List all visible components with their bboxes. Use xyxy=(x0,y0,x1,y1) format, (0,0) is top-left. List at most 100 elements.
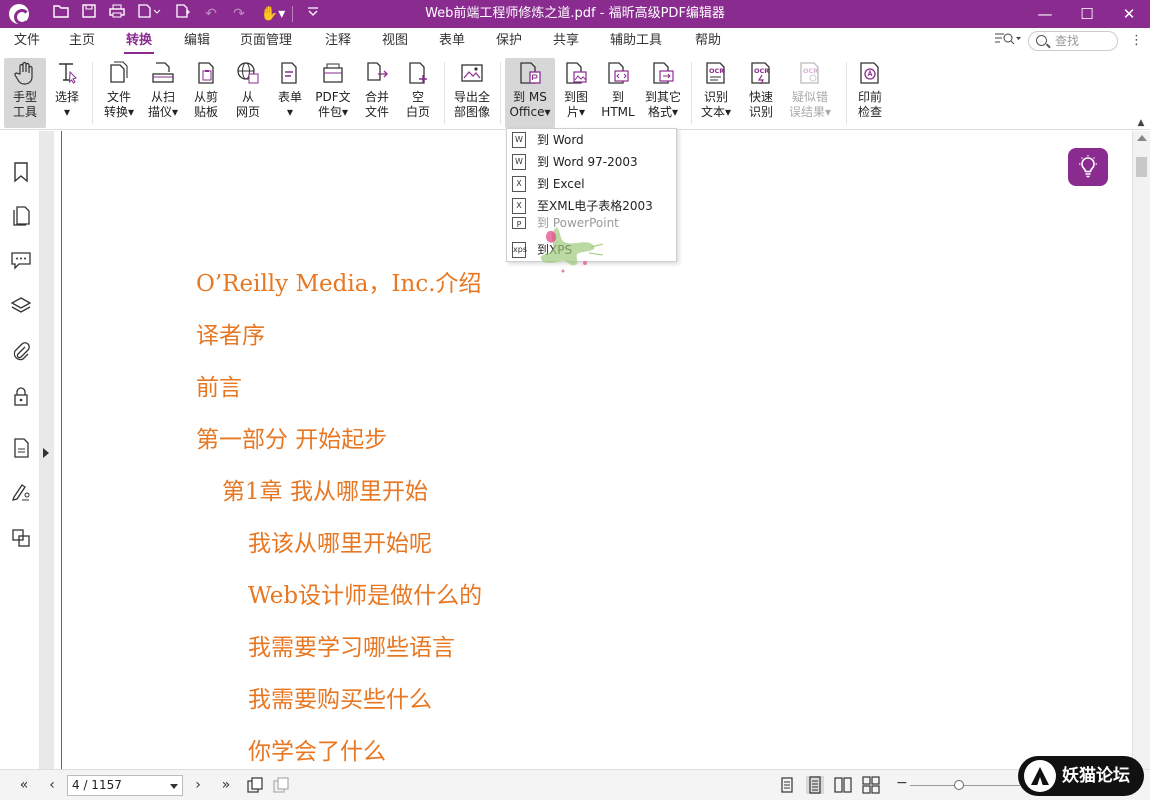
bookmark-icon[interactable] xyxy=(10,161,32,183)
to-xml-spreadsheet-item[interactable]: X 至XML电子表格2003 xyxy=(507,195,676,217)
zoom-slider-track[interactable] xyxy=(910,785,1020,786)
export-all-images-button[interactable]: 导出全 部图像 xyxy=(448,58,496,128)
menu-page-manage[interactable]: 页面管理 xyxy=(240,28,292,54)
next-view-icon[interactable] xyxy=(272,776,290,794)
toc-entry[interactable]: 第一部分 开始起步 xyxy=(196,420,387,454)
collapse-ribbon-icon[interactable]: ▲ xyxy=(1132,118,1150,130)
select-cursor-icon xyxy=(59,63,77,84)
ribbon-separator xyxy=(444,62,445,124)
zoom-slider-knob[interactable] xyxy=(954,780,964,790)
to-image-icon xyxy=(566,62,587,84)
ocr-suspect-results-button[interactable]: OCR 疑似错 误结果▾ xyxy=(784,58,836,128)
facing-view-icon[interactable] xyxy=(834,776,852,794)
scroll-up-icon[interactable] xyxy=(1137,135,1147,141)
to-other-format-button[interactable]: 到其它 格式▾ xyxy=(640,58,686,128)
menu-home[interactable]: 主页 xyxy=(69,28,95,54)
single-page-view-icon[interactable] xyxy=(778,776,796,794)
to-ms-office-button[interactable]: 到 MS Office▾ xyxy=(505,58,555,128)
search-input[interactable]: 查找 xyxy=(1028,31,1118,51)
pages-thumbnail-icon[interactable] xyxy=(10,205,32,227)
menu-bar: 文件 主页 转换 编辑 页面管理 注释 视图 表单 保护 共享 辅助工具 帮助 … xyxy=(0,28,1150,54)
comments-icon[interactable] xyxy=(10,249,32,271)
to-excel-item[interactable]: X 到 Excel xyxy=(507,173,676,195)
powerpoint-doc-icon: P xyxy=(512,217,526,229)
blank-page-button[interactable]: 空 白页 xyxy=(400,58,436,128)
quick-ocr-icon: OCR xyxy=(751,62,770,85)
pdf-package-icon xyxy=(323,63,343,83)
other-format-icon xyxy=(653,62,674,84)
menu-protect[interactable]: 保护 xyxy=(496,28,522,54)
attachment-icon[interactable] xyxy=(10,341,32,363)
hand-icon xyxy=(14,61,33,85)
ribbon-separator xyxy=(846,62,847,124)
toc-entry[interactable]: 前言 xyxy=(196,368,242,402)
menu-form[interactable]: 表单 xyxy=(439,28,465,54)
word-doc-icon: W xyxy=(512,132,526,148)
from-webpage-button[interactable]: 从 网页 xyxy=(228,58,268,128)
file-convert-icon xyxy=(110,61,128,83)
content-panel-icon[interactable] xyxy=(10,437,32,459)
continuous-facing-view-icon[interactable] xyxy=(862,776,880,794)
menu-comment[interactable]: 注释 xyxy=(325,28,351,54)
scanner-icon xyxy=(152,62,174,83)
menu-convert[interactable]: 转换 xyxy=(123,28,155,54)
compare-files-icon[interactable] xyxy=(10,527,32,549)
hand-tool-button[interactable]: 手型 工具 xyxy=(4,58,46,128)
menu-help[interactable]: 帮助 xyxy=(695,28,721,54)
smart-tips-button[interactable] xyxy=(1068,148,1108,186)
more-options-icon[interactable]: ⋮ xyxy=(1130,31,1143,51)
toc-entry[interactable]: 译者序 xyxy=(196,316,265,350)
maximize-button[interactable]: ☐ xyxy=(1064,0,1110,28)
toc-entry[interactable]: 我需要学习哪些语言 xyxy=(248,628,455,662)
select-tool-button[interactable]: 选择 ▾ xyxy=(50,58,84,128)
toc-entry[interactable]: 你学会了什么 xyxy=(248,732,386,766)
menu-accessibility[interactable]: 辅助工具 xyxy=(610,28,662,54)
scroll-thumb[interactable] xyxy=(1136,157,1147,177)
last-page-button[interactable]: » xyxy=(216,776,236,794)
tell-me-icon[interactable] xyxy=(994,31,1022,51)
menu-edit[interactable]: 编辑 xyxy=(184,28,210,54)
file-convert-button[interactable]: 文件 转换▾ xyxy=(98,58,140,128)
menu-view[interactable]: 视图 xyxy=(382,28,408,54)
layers-icon[interactable] xyxy=(10,295,32,317)
to-word-97-2003-item[interactable]: W 到 Word 97-2003 xyxy=(507,151,676,173)
to-word-item[interactable]: W 到 Word xyxy=(507,129,676,151)
minimize-button[interactable]: — xyxy=(1022,0,1068,28)
vertical-scrollbar[interactable] xyxy=(1132,131,1150,769)
form-button[interactable]: 表单 ▾ xyxy=(272,58,308,128)
previous-view-icon[interactable] xyxy=(246,776,264,794)
toc-entry[interactable]: O’Reilly Media，Inc.介绍 xyxy=(196,264,482,298)
expand-panel-icon[interactable] xyxy=(43,448,49,458)
toc-entry[interactable]: 我该从哪里开始呢 xyxy=(248,524,432,558)
zoom-out-button[interactable]: − xyxy=(896,775,908,791)
blank-page-icon xyxy=(409,62,427,84)
merge-files-button[interactable]: 合并 文件 xyxy=(358,58,396,128)
page-number-input[interactable]: 4 / 1157 xyxy=(67,775,183,796)
ribbon-separator xyxy=(691,62,692,124)
first-page-button[interactable]: « xyxy=(14,776,34,794)
preflight-button[interactable]: 印前 检查 xyxy=(852,58,888,128)
quick-ocr-button[interactable]: OCR 快速 识别 xyxy=(742,58,780,128)
ocr-text-button[interactable]: OCR 识别 文本▾ xyxy=(696,58,736,128)
from-scanner-button[interactable]: 从扫 描仪▾ xyxy=(142,58,184,128)
xml-spreadsheet-icon: X xyxy=(512,198,526,214)
toc-entry[interactable]: 第1章 我从哪里开始 xyxy=(222,472,428,506)
next-page-button[interactable]: › xyxy=(188,776,208,794)
to-html-button[interactable]: 到 HTML xyxy=(598,58,638,128)
menu-file[interactable]: 文件 xyxy=(14,28,40,54)
excel-doc-icon: X xyxy=(512,176,526,192)
previous-page-button[interactable]: ‹ xyxy=(42,776,62,794)
toc-entry[interactable]: Web设计师是做什么的 xyxy=(248,576,482,610)
toc-entry[interactable]: 我需要购买些什么 xyxy=(248,680,432,714)
chevron-down-icon[interactable] xyxy=(170,784,178,789)
to-image-button[interactable]: 到图 片▾ xyxy=(558,58,594,128)
menu-share[interactable]: 共享 xyxy=(553,28,579,54)
clipboard-icon xyxy=(198,62,214,84)
from-clipboard-button[interactable]: 从剪 贴板 xyxy=(186,58,226,128)
continuous-view-icon[interactable] xyxy=(806,776,824,794)
signature-icon[interactable] xyxy=(10,481,32,503)
close-button[interactable]: ✕ xyxy=(1106,0,1150,28)
security-lock-icon[interactable] xyxy=(10,385,32,407)
to-html-icon xyxy=(608,62,629,84)
pdf-package-button[interactable]: PDF文 件包▾ xyxy=(312,58,354,128)
